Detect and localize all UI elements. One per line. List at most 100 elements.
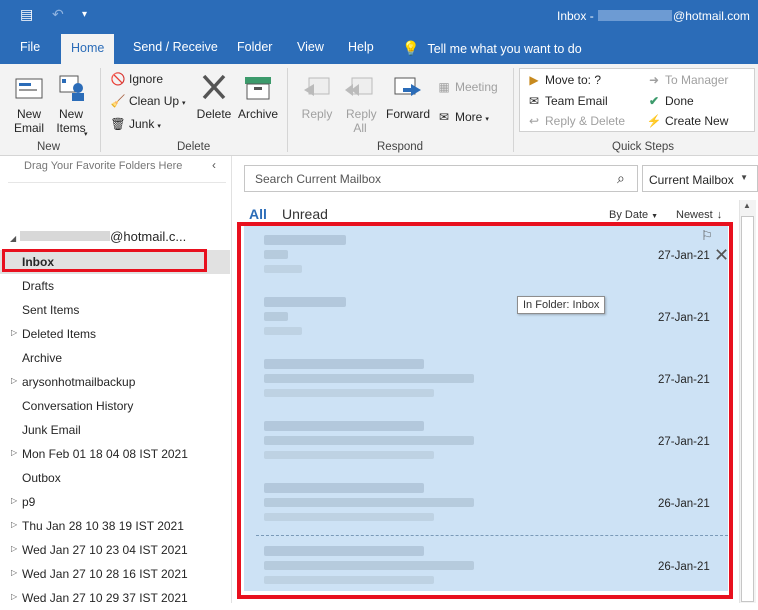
delete-icon xyxy=(202,74,226,100)
scroll-thumb[interactable] xyxy=(741,216,754,602)
folder-tooltip: In Folder: Inbox xyxy=(517,296,606,314)
folder-junk-email[interactable]: Junk Email xyxy=(0,418,230,442)
folder-thu-jan-28[interactable]: ▷ Thu Jan 28 10 38 19 IST 2021 xyxy=(0,514,230,538)
quickstep-move-to[interactable]: ▶ Move to: ? xyxy=(526,73,601,87)
tab-folder[interactable]: Folder xyxy=(237,40,272,54)
folder-wed-jan-27-102304[interactable]: ▷ Wed Jan 27 10 23 04 IST 2021 xyxy=(0,538,230,562)
folder-mon-feb-01[interactable]: ▷ Mon Feb 01 18 04 08 IST 2021 xyxy=(0,442,230,466)
new-email-button[interactable]: New Email xyxy=(10,70,48,135)
folder-archive[interactable]: Archive xyxy=(0,346,230,370)
folder-p9[interactable]: ▷ p9 xyxy=(0,490,230,514)
folder-label: Conversation History xyxy=(22,399,134,413)
tell-me-label: Tell me what you want to do xyxy=(427,42,582,56)
meeting-button[interactable]: ▦ Meeting xyxy=(436,80,498,94)
quickstep-create-new[interactable]: ⚡ Create New xyxy=(646,114,729,128)
new-email-label: New Email xyxy=(13,107,44,135)
search-icon[interactable]: ⌕ xyxy=(617,170,625,187)
reply-delete-icon: ↩ xyxy=(528,114,540,128)
lightning-icon: ⚡ xyxy=(646,114,662,128)
junk-button[interactable]: 🗑 Junk ▾ xyxy=(110,117,161,131)
folder-arysonhotmailbackup[interactable]: ▷ arysonhotmailbackup xyxy=(0,370,230,394)
reply-icon xyxy=(304,77,330,96)
tab-help[interactable]: Help xyxy=(348,40,374,54)
reply-button[interactable]: Reply xyxy=(298,70,336,121)
expand-triangle-icon[interactable]: ▷ xyxy=(11,448,17,457)
meeting-label: Meeting xyxy=(455,80,498,94)
inbox-app-icon[interactable]: ▤ xyxy=(20,6,33,23)
expand-triangle-icon[interactable]: ▷ xyxy=(11,376,17,385)
scroll-up-arrow-icon[interactable]: ▲ xyxy=(743,201,751,210)
reply-all-button[interactable]: Reply All xyxy=(340,70,380,135)
folder-sent-items[interactable]: Sent Items xyxy=(0,298,230,322)
reply-all-label: Reply All xyxy=(346,107,377,135)
folder-conversation-history[interactable]: Conversation History xyxy=(0,394,230,418)
folder-wed-jan-27-102816[interactable]: ▷ Wed Jan 27 10 28 16 IST 2021 xyxy=(0,562,230,586)
search-box[interactable]: ⌕ xyxy=(244,165,638,192)
arrow-down-icon: ↓ xyxy=(716,209,723,221)
highlight-box-inbox xyxy=(2,249,207,272)
clean-up-icon: 🧹 xyxy=(110,94,126,108)
ignore-icon: 🚫 xyxy=(110,72,126,86)
search-scope-dropdown[interactable]: Current Mailbox ▼ xyxy=(642,165,758,192)
filter-all[interactable]: All xyxy=(249,206,267,222)
filter-unread[interactable]: Unread xyxy=(282,206,328,222)
search-input[interactable] xyxy=(255,172,605,186)
expand-triangle-icon[interactable]: ▷ xyxy=(11,568,17,577)
more-button[interactable]: ✉ More ▾ xyxy=(436,110,489,124)
customize-icon[interactable]: ▾ xyxy=(82,9,87,20)
folder-label: Junk Email xyxy=(22,423,81,437)
new-items-icon xyxy=(59,75,84,101)
archive-button[interactable]: Archive xyxy=(236,70,280,121)
redacted-email xyxy=(598,10,673,21)
undo-icon[interactable]: ↶ xyxy=(52,6,64,23)
tell-me-box[interactable]: 💡 Tell me what you want to do xyxy=(402,40,582,57)
sort-by-dropdown[interactable]: By Date ▼ xyxy=(609,209,658,221)
search-scope-value: Current Mailbox xyxy=(649,173,734,187)
checkmark-icon: ✔ xyxy=(648,94,660,108)
more-label: More xyxy=(455,110,483,124)
expand-triangle-icon[interactable]: ▷ xyxy=(11,496,17,505)
clean-up-button[interactable]: 🧹 Clean Up ▾ xyxy=(110,94,186,108)
expand-triangle-icon[interactable]: ▷ xyxy=(11,328,17,337)
folder-wed-jan-27-102937[interactable]: ▷ Wed Jan 27 10 29 37 IST 2021 xyxy=(0,586,230,610)
folder-drafts[interactable]: Drafts xyxy=(0,274,230,298)
ignore-button[interactable]: 🚫 Ignore xyxy=(110,72,164,86)
folder-label: Drafts xyxy=(22,279,55,293)
folder-label: Wed Jan 27 10 23 04 IST 2021 xyxy=(22,543,188,557)
tab-home[interactable]: Home xyxy=(61,34,115,64)
team-email-label: Team Email xyxy=(545,94,608,108)
tab-view[interactable]: View xyxy=(297,40,324,54)
expand-triangle-icon[interactable]: ▷ xyxy=(11,544,17,553)
title-suffix: @hotmail.com xyxy=(673,9,750,23)
chevron-down-icon: ▾ xyxy=(157,123,161,130)
junk-icon: 🗑 xyxy=(110,117,126,131)
expand-triangle-icon[interactable]: ▷ xyxy=(11,592,17,601)
message-list-scrollbar[interactable]: ▲ xyxy=(739,200,756,603)
quickstep-reply-delete[interactable]: ↩ Reply & Delete xyxy=(526,114,625,128)
forward-button[interactable]: Forward xyxy=(384,70,432,121)
archive-icon xyxy=(245,77,271,100)
favorites-drag-hint: Drag Your Favorite Folders Here xyxy=(24,160,183,172)
expand-triangle-icon: ◢ xyxy=(10,234,17,243)
highlight-box-message-list xyxy=(237,222,733,599)
create-new-label: Create New xyxy=(665,114,729,128)
tab-file[interactable]: File xyxy=(20,40,40,54)
divider xyxy=(100,68,101,152)
delete-button[interactable]: Delete xyxy=(195,70,233,121)
new-items-button[interactable]: New Items ▾ xyxy=(50,70,92,138)
account-header[interactable]: ◢ @hotmail.c... xyxy=(10,229,186,244)
folder-deleted-items[interactable]: ▷ Deleted Items xyxy=(0,322,230,346)
folder-outbox[interactable]: Outbox xyxy=(0,466,230,490)
ribbon: New Email New Items ▾ New 🚫 Ignore 🧹 Clean … xyxy=(0,64,758,156)
lightbulb-icon: 💡 xyxy=(402,40,420,56)
expand-triangle-icon[interactable]: ▷ xyxy=(11,520,17,529)
quickstep-done[interactable]: ✔ Done xyxy=(646,94,694,108)
group-label-new: New xyxy=(37,141,61,153)
quickstep-to-manager[interactable]: ➜ To Manager xyxy=(646,73,728,87)
collapse-pane-icon[interactable]: ‹ xyxy=(212,158,216,172)
sort-order-toggle[interactable]: Newest ↓ xyxy=(676,209,722,221)
tab-send-receive[interactable]: Send / Receive xyxy=(133,40,218,54)
sort-order-label: Newest xyxy=(676,209,713,221)
quickstep-team-email[interactable]: ✉ Team Email xyxy=(526,94,608,108)
folder-label: Outbox xyxy=(22,471,61,485)
